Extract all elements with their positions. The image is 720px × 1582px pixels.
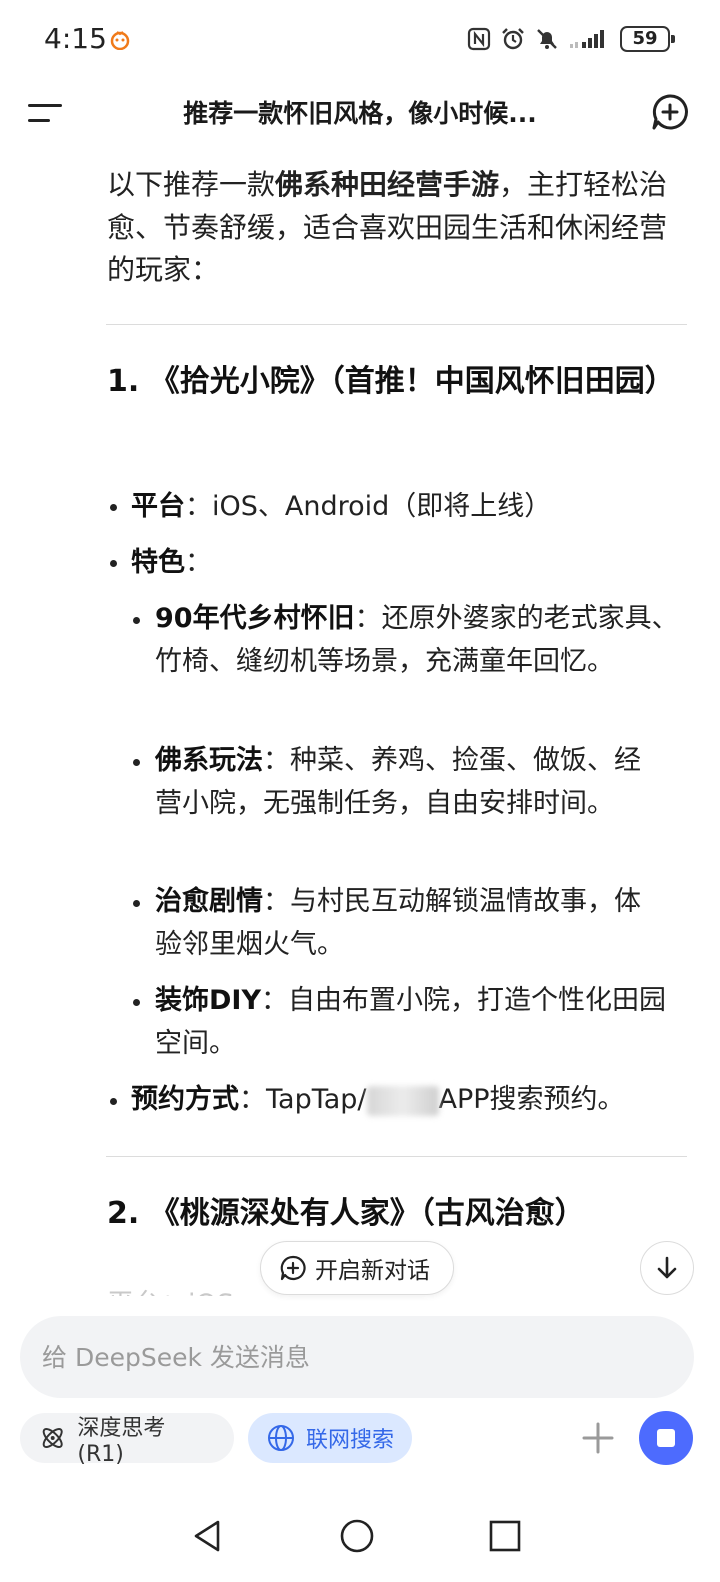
platform-value: ：iOS、Android（即将上线） [185, 491, 552, 522]
intro-paragraph: 以下推荐一款佛系种田经营手游，主打轻松治愈、节奏舒缓，适合喜欢田园生活和休闲经营… [107, 164, 687, 292]
sub-bullet [133, 617, 140, 624]
list-item-features: 特色： [131, 542, 691, 585]
reserve-label: 预约方式 [131, 1084, 239, 1115]
menu-icon[interactable] [26, 100, 64, 128]
scroll-down-button[interactable] [640, 1241, 694, 1295]
intro-text: 以下推荐一款 [107, 168, 276, 201]
new-chat-label: 开启新对话 [315, 1258, 430, 1284]
feature-label: 佛系玩法 [155, 745, 263, 776]
features-colon: ： [185, 547, 212, 578]
chat-title[interactable]: 推荐一款怀旧风格，像小时候... [110, 94, 610, 130]
bullet [110, 504, 117, 511]
signal-icon [570, 30, 604, 48]
web-search-toggle[interactable]: 联网搜索 [248, 1413, 412, 1463]
deep-think-label: 深度思考 (R1) [77, 1415, 166, 1467]
intro-bold: 佛系种田经营手游 [275, 168, 500, 201]
bullet [110, 560, 117, 567]
list-item-reserve: 预约方式：TapTap/APP搜索预约。 [131, 1079, 691, 1122]
sub-bullet [133, 900, 140, 907]
stop-button[interactable] [639, 1411, 693, 1465]
divider [106, 324, 687, 325]
feature-item: 佛系玩法：种菜、养鸡、捡蛋、做饭、经营小院，无强制任务，自由安排时间。 [155, 740, 665, 825]
feature-item: 治愈剧情：与村民互动解锁温情故事，体验邻里烟火气。 [155, 881, 665, 966]
list-item-platform: 平台：iOS、Android（即将上线） [131, 486, 691, 529]
faded-text: 平台：iOS [107, 1282, 234, 1296]
system-nav-bar [0, 1490, 720, 1582]
back-icon [194, 1520, 220, 1552]
chat-header: 推荐一款怀旧风格，像小时候... [0, 80, 720, 146]
new-chat-small-icon [280, 1255, 306, 1281]
new-chat-pill-button[interactable]: 开启新对话 [260, 1241, 454, 1295]
message-input[interactable] [42, 1316, 662, 1398]
recents-icon [489, 1520, 521, 1552]
divider [106, 1156, 687, 1157]
nfc-icon [467, 27, 491, 51]
game2-heading: 2. 《桃源深处有人家》（古风治愈） [107, 1196, 585, 1231]
web-search-label: 联网搜索 [306, 1428, 395, 1453]
new-chat-icon[interactable] [650, 92, 690, 132]
reserve-text: ：TapTap/ [239, 1084, 367, 1115]
feature-label: 治愈剧情 [155, 886, 263, 917]
game1-heading: 1. 《拾光小院》（首推！中国风怀旧田园） [107, 364, 675, 399]
deep-think-toggle[interactable]: 深度思考 (R1) [20, 1413, 234, 1467]
home-icon [340, 1519, 374, 1553]
back-button[interactable] [180, 1508, 236, 1564]
arrow-down-icon [657, 1256, 677, 1279]
reserve-text-rest: APP搜索预约。 [438, 1084, 625, 1115]
feature-item: 装饰DIY：自由布置小院，打造个性化田园空间。 [155, 980, 690, 1065]
chat-message: 以下推荐一款佛系种田经营手游，主打轻松治愈、节奏舒缓，适合喜欢田园生活和休闲经营… [0, 146, 720, 1296]
feature-item: 90年代乡村怀旧：还原外婆家的老式家具、竹椅、缝纫机等场景，充满童年回忆。 [155, 598, 685, 683]
globe-icon [268, 1425, 294, 1451]
home-button[interactable] [329, 1508, 385, 1564]
sub-bullet [133, 759, 140, 766]
feature-label: 装饰DIY [155, 985, 262, 1016]
features-label: 特色 [131, 547, 185, 578]
recents-button[interactable] [477, 1508, 533, 1564]
alarm-icon [502, 28, 524, 50]
plus-icon[interactable] [578, 1418, 618, 1458]
atom-icon [42, 1428, 63, 1448]
stop-icon [657, 1429, 675, 1447]
bullet [110, 1098, 117, 1105]
redacted-text [366, 1085, 439, 1116]
message-composer [20, 1316, 694, 1398]
battery-icon: 59 [620, 26, 675, 52]
sub-bullet [133, 999, 140, 1006]
notification-face-icon [110, 31, 130, 50]
mute-icon [537, 29, 557, 49]
status-bar: 4:15 59 [0, 0, 720, 80]
feature-label: 90年代乡村怀旧 [155, 603, 355, 634]
status-time: 4:15 [44, 22, 107, 55]
platform-label: 平台 [131, 491, 185, 522]
